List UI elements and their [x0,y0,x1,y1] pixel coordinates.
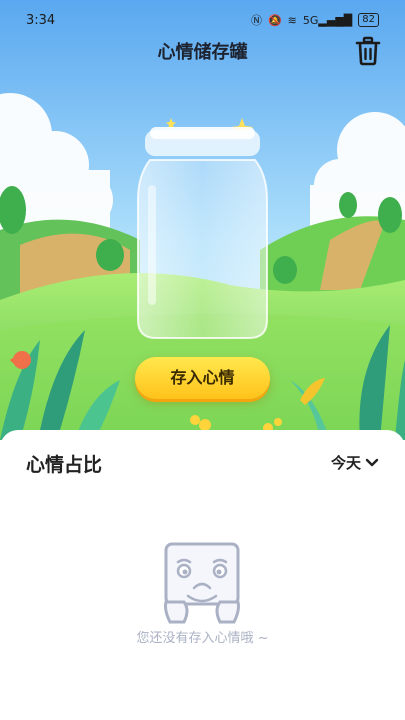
mute-bell-icon: 🔕 [267,13,282,27]
wifi-icon: ≋ [287,13,297,27]
status-icons: Ⓝ 🔕 ≋ 5G▂▄▆█ 82 [251,12,379,28]
section-title: 心情占比 [26,454,103,476]
empty-state-text: 您还没有存入心情哦 ~ [136,631,269,646]
battery-icon: 82 [358,13,379,27]
chevron-down-icon [365,458,379,466]
empty-face-icon [164,542,240,624]
mood-share-panel: 心情占比 今天 您还没有存入心情哦 ~ [0,430,405,720]
period-dropdown[interactable]: 今天 [331,452,379,473]
nfc-icon: Ⓝ [250,14,262,27]
signal-icon: 5G▂▄▆█ [302,13,353,27]
page-title: 心情储存罐 [157,42,248,63]
trash-button[interactable] [354,36,382,66]
trash-icon [355,36,381,66]
save-mood-button[interactable]: 存入心情 [135,357,270,399]
status-bar: 3:34 Ⓝ 🔕 ≋ 5G▂▄▆█ 82 [0,0,405,42]
period-label: 今天 [330,454,361,472]
status-time: 3:34 [26,13,56,28]
